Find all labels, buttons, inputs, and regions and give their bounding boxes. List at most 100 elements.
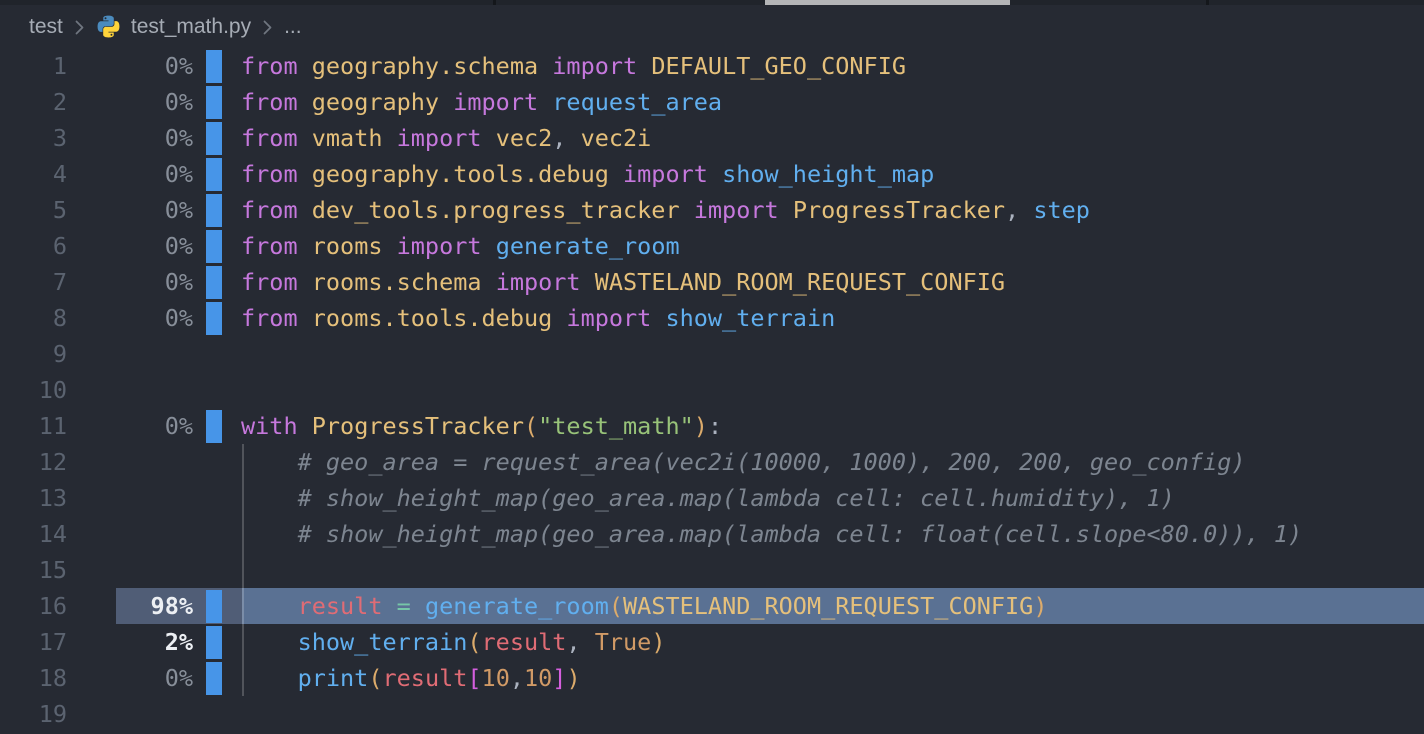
coverage-percent: 0% bbox=[67, 156, 193, 192]
code-token: import bbox=[496, 268, 595, 296]
line-number[interactable]: 10 bbox=[0, 372, 67, 408]
line-number[interactable]: 16 bbox=[0, 588, 67, 624]
code-line: 12 # geo_area = request_area(vec2i(10000… bbox=[0, 444, 1424, 480]
line-number[interactable]: 13 bbox=[0, 480, 67, 516]
code-token: "test_math" bbox=[538, 412, 694, 440]
chevron-right-icon bbox=[73, 18, 86, 37]
code-token: ( bbox=[368, 664, 382, 692]
line-number[interactable]: 12 bbox=[0, 444, 67, 480]
code-line: 19 bbox=[0, 696, 1424, 732]
code-text[interactable]: from rooms import generate_room bbox=[241, 228, 1424, 264]
code-token: from bbox=[241, 304, 312, 332]
line-number[interactable]: 7 bbox=[0, 264, 67, 300]
code-token: dev_tools.progress_tracker bbox=[312, 196, 694, 224]
coverage-marker bbox=[206, 590, 222, 623]
code-line: 60% from rooms import generate_room bbox=[0, 228, 1424, 264]
line-number[interactable]: 8 bbox=[0, 300, 67, 336]
code-line: 13 # show_height_map(geo_area.map(lambda… bbox=[0, 480, 1424, 516]
gutter-marker-slot bbox=[206, 480, 222, 516]
coverage-marker bbox=[206, 230, 222, 263]
code-token: rooms.tools.debug bbox=[312, 304, 567, 332]
code-line: 180% print(result[10,10]) bbox=[0, 660, 1424, 696]
code-text[interactable]: from rooms.schema import WASTELAND_ROOM_… bbox=[241, 264, 1424, 300]
code-token: # geo_area = request_area(vec2i(10000, 1… bbox=[241, 448, 1246, 476]
editor-lines: 10%from geography.schema import DEFAULT_… bbox=[0, 48, 1424, 732]
gutter-marker-slot bbox=[206, 624, 222, 660]
code-token: # show_height_map(geo_area.map(lambda ce… bbox=[241, 520, 1302, 548]
line-number[interactable]: 11 bbox=[0, 408, 67, 444]
code-text[interactable]: from rooms.tools.debug import show_terra… bbox=[241, 300, 1424, 336]
line-number[interactable]: 5 bbox=[0, 192, 67, 228]
code-text[interactable] bbox=[241, 336, 1424, 372]
code-text[interactable] bbox=[241, 696, 1424, 732]
code-text[interactable] bbox=[241, 552, 1424, 588]
code-text[interactable]: # show_height_map(geo_area.map(lambda ce… bbox=[241, 516, 1424, 552]
code-token: : bbox=[708, 412, 722, 440]
code-token: step bbox=[1033, 196, 1090, 224]
code-text[interactable]: from geography.tools.debug import show_h… bbox=[241, 156, 1424, 192]
code-token: geography.schema bbox=[312, 52, 553, 80]
gutter-marker-slot bbox=[206, 120, 222, 156]
breadcrumb-file[interactable]: test_math.py bbox=[131, 15, 251, 39]
line-number[interactable]: 2 bbox=[0, 84, 67, 120]
code-line: 10 bbox=[0, 372, 1424, 408]
gutter-marker-slot bbox=[206, 84, 222, 120]
code-token: , bbox=[566, 628, 594, 656]
code-token: , bbox=[1005, 196, 1033, 224]
line-number[interactable]: 18 bbox=[0, 660, 67, 696]
code-text[interactable]: # show_height_map(geo_area.map(lambda ce… bbox=[241, 480, 1424, 516]
code-token: WASTELAND_ROOM_REQUEST_CONFIG bbox=[623, 592, 1033, 620]
breadcrumb-symbol[interactable]: ... bbox=[284, 15, 302, 39]
coverage-percent: 0% bbox=[67, 48, 193, 84]
line-number[interactable]: 1 bbox=[0, 48, 67, 84]
gutter-marker-slot bbox=[206, 228, 222, 264]
code-line: 172% show_terrain(result, True) bbox=[0, 624, 1424, 660]
line-number[interactable]: 3 bbox=[0, 120, 67, 156]
code-text[interactable]: with ProgressTracker("test_math"): bbox=[241, 408, 1424, 444]
chevron-right-icon bbox=[261, 18, 274, 37]
line-number[interactable]: 6 bbox=[0, 228, 67, 264]
code-text[interactable]: print(result[10,10]) bbox=[241, 660, 1424, 696]
code-text[interactable]: # geo_area = request_area(vec2i(10000, 1… bbox=[241, 444, 1424, 480]
code-token: result bbox=[383, 664, 468, 692]
coverage-percent: 0% bbox=[67, 228, 193, 264]
code-text[interactable]: show_terrain(result, True) bbox=[241, 624, 1424, 660]
code-token: 10 bbox=[482, 664, 510, 692]
code-token: vmath bbox=[312, 124, 397, 152]
code-text[interactable]: from dev_tools.progress_tracker import P… bbox=[241, 192, 1424, 228]
code-text[interactable]: from geography import request_area bbox=[241, 84, 1424, 120]
code-token: ) bbox=[694, 412, 708, 440]
coverage-marker bbox=[206, 626, 222, 659]
code-token: ) bbox=[566, 664, 580, 692]
coverage-percent bbox=[67, 372, 193, 408]
code-token: ProgressTracker bbox=[793, 196, 1005, 224]
line-number[interactable]: 9 bbox=[0, 336, 67, 372]
code-text[interactable]: from geography.schema import DEFAULT_GEO… bbox=[241, 48, 1424, 84]
gutter-marker-slot bbox=[206, 516, 222, 552]
line-number[interactable]: 14 bbox=[0, 516, 67, 552]
gutter-marker-slot bbox=[206, 552, 222, 588]
code-token: from bbox=[241, 160, 312, 188]
code-token: import bbox=[397, 124, 496, 152]
code-token: request_area bbox=[552, 88, 722, 116]
coverage-percent: 0% bbox=[67, 84, 193, 120]
gutter-marker-slot bbox=[206, 696, 222, 732]
coverage-percent: 0% bbox=[67, 120, 193, 156]
coverage-marker bbox=[206, 86, 222, 119]
code-line: 40% from geography.tools.debug import sho… bbox=[0, 156, 1424, 192]
line-number[interactable]: 15 bbox=[0, 552, 67, 588]
line-number[interactable]: 4 bbox=[0, 156, 67, 192]
code-token: geography.tools.debug bbox=[312, 160, 623, 188]
gutter-marker-slot bbox=[206, 588, 222, 624]
coverage-percent bbox=[67, 552, 193, 588]
line-number[interactable]: 19 bbox=[0, 696, 67, 732]
code-text[interactable]: result = generate_room(WASTELAND_ROOM_RE… bbox=[241, 588, 1424, 624]
code-token: [ bbox=[467, 664, 481, 692]
line-number[interactable]: 17 bbox=[0, 624, 67, 660]
breadcrumb-folder[interactable]: test bbox=[29, 15, 63, 39]
code-token: geography bbox=[312, 88, 453, 116]
coverage-marker bbox=[206, 50, 222, 83]
code-text[interactable]: from vmath import vec2, vec2i bbox=[241, 120, 1424, 156]
code-token: from bbox=[241, 52, 312, 80]
code-text[interactable] bbox=[241, 372, 1424, 408]
